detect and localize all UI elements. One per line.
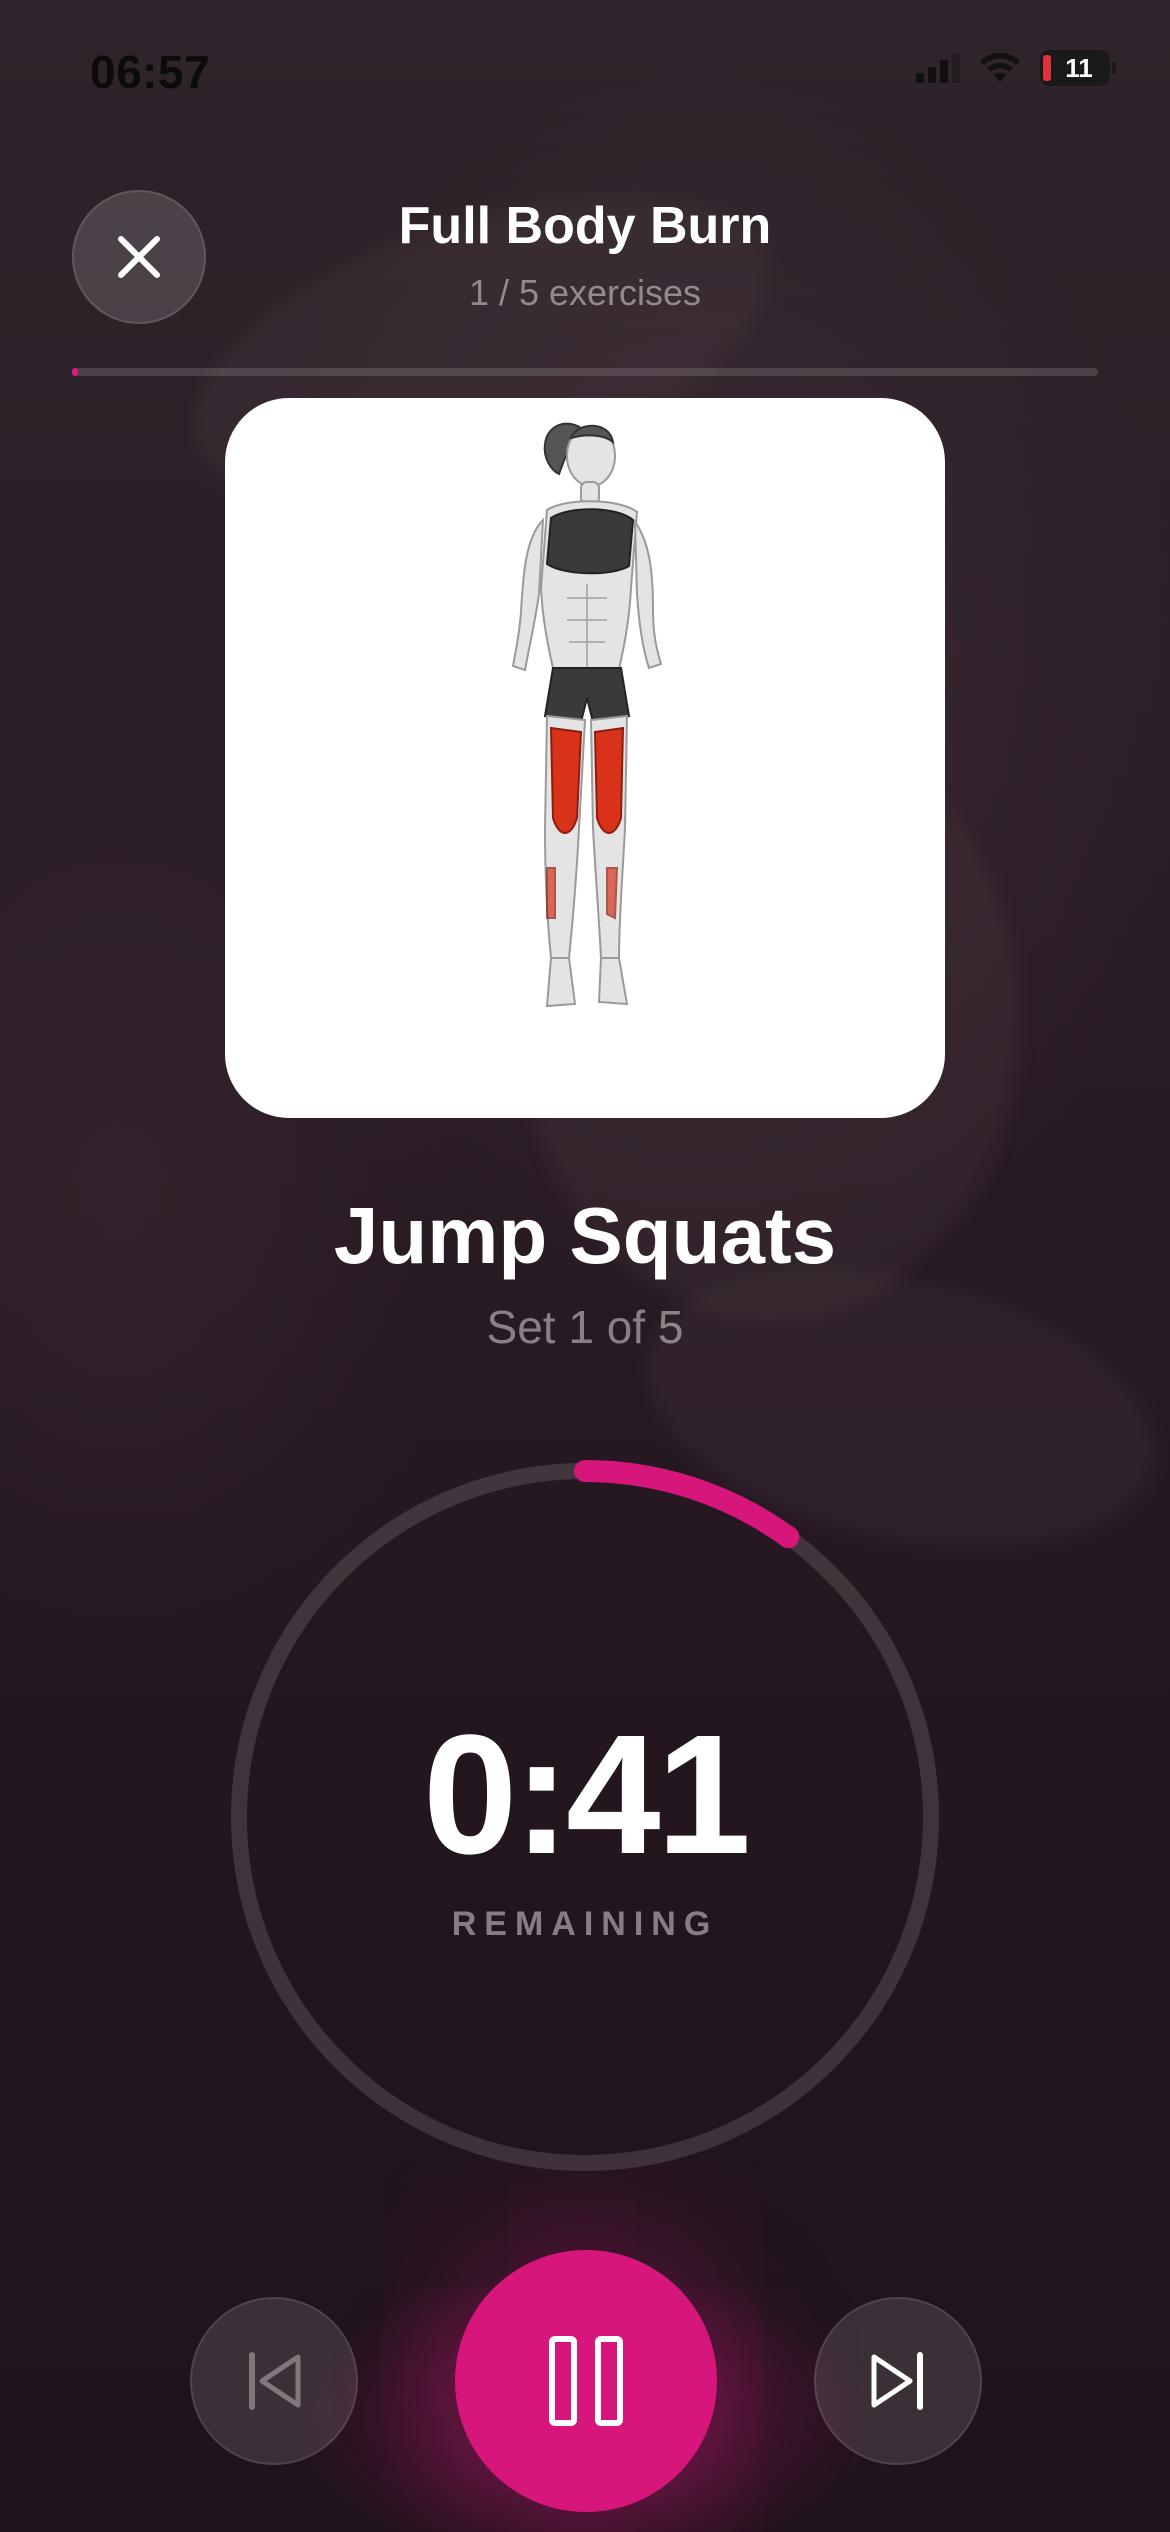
battery-level: 11 [1065, 52, 1093, 83]
set-counter: Set 1 of 5 [486, 1301, 684, 1353]
timer-value: 0:41 [422, 1700, 751, 1890]
wifi-icon [980, 53, 1020, 82]
countdown-timer: 0:41 REMAINING [225, 1457, 945, 2177]
skip-next-icon [871, 2352, 923, 2410]
workout-progress-bar [72, 368, 1098, 376]
previous-exercise-button[interactable] [190, 2297, 358, 2465]
timer-caption: REMAINING [451, 1905, 719, 1943]
exercise-counter: 1 / 5 exercises [468, 272, 702, 313]
workout-progress-fill [72, 368, 79, 376]
pause-icon [549, 2336, 623, 2426]
exercise-image-card [225, 398, 945, 1118]
exercise-illustration [511, 422, 663, 1008]
workout-title: Full Body Burn [398, 197, 772, 255]
next-exercise-button[interactable] [814, 2297, 982, 2465]
status-bar: 06:57 11 [0, 0, 1170, 140]
status-icons: 11 [916, 50, 1116, 86]
timer-ring-progress [574, 1460, 800, 1549]
skip-previous-icon [249, 2352, 301, 2410]
status-time: 06:57 [90, 46, 211, 98]
battery-icon: 11 [1040, 50, 1116, 86]
cellular-signal-icon [916, 53, 960, 83]
exercise-name: Jump Squats [333, 1191, 837, 1280]
pause-button[interactable] [455, 2250, 717, 2512]
